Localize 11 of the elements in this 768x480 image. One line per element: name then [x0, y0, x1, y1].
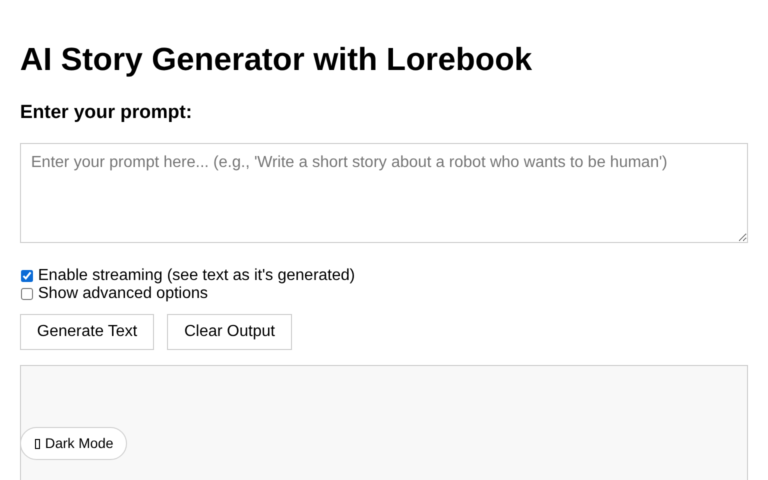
prompt-label: Enter your prompt:	[20, 101, 192, 125]
option-label: Enable streaming (see text as it's generated)	[38, 267, 355, 285]
page-title: AI Story Generator with Lorebook	[20, 40, 532, 79]
option-checkbox[interactable]	[21, 288, 33, 300]
option-label: Show advanced options	[38, 285, 208, 303]
glyph-box-icon	[35, 438, 40, 448]
action-button[interactable]: Clear Output	[167, 314, 292, 350]
action-button[interactable]: Generate Text	[20, 314, 154, 350]
option-checkbox[interactable]	[21, 270, 33, 282]
prompt-field[interactable]: Enter your prompt here... (e.g., 'Write a short story about a robot who wants to be human')	[20, 143, 748, 243]
dark-mode-button[interactable]: Dark Mode	[20, 427, 128, 460]
